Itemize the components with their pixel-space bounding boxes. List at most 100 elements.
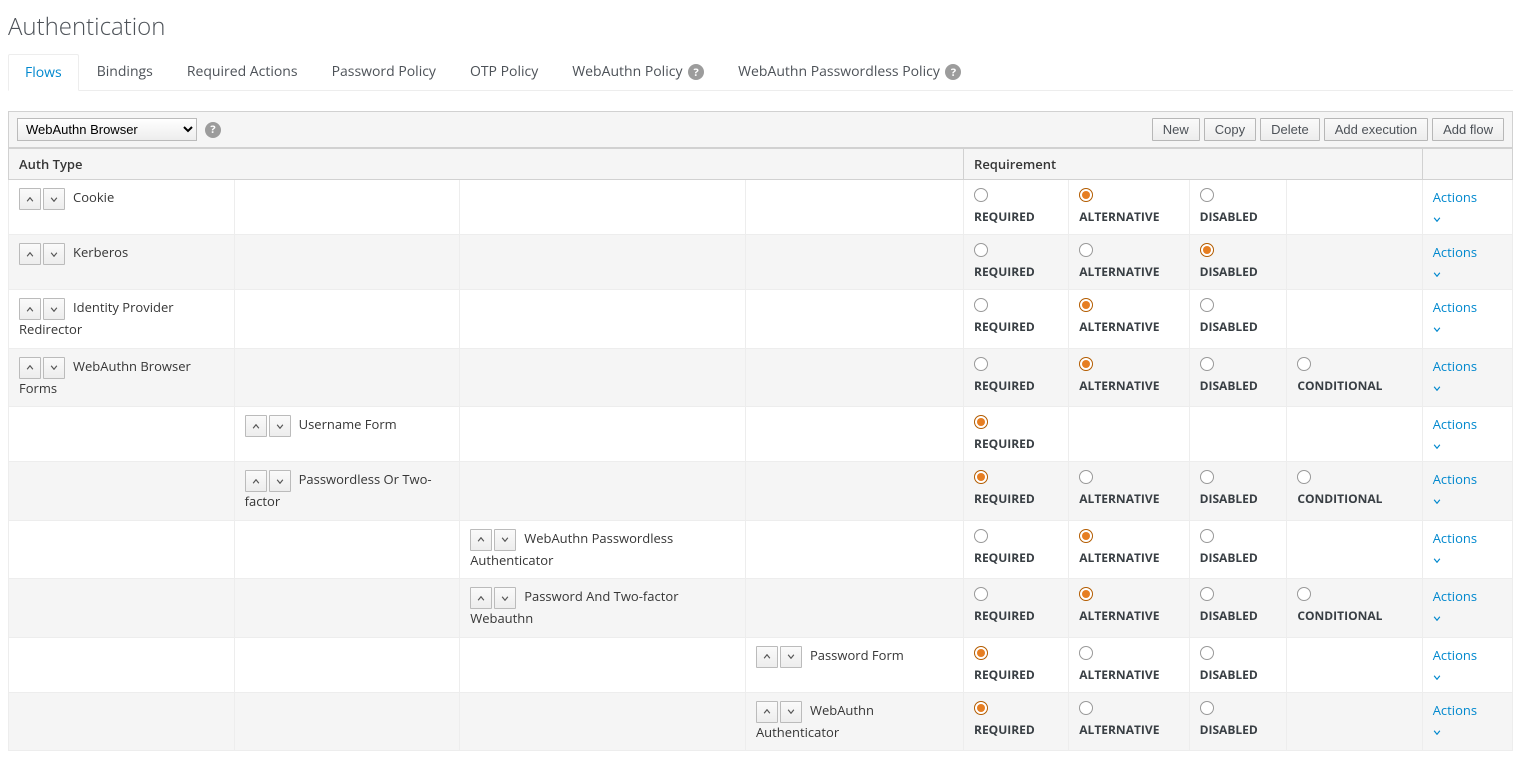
- row-actions-dropdown[interactable]: Actions: [1433, 415, 1477, 453]
- requirement-disabled-radio[interactable]: [1200, 298, 1214, 312]
- requirement-alternative-radio[interactable]: [1079, 188, 1093, 202]
- row-actions-dropdown[interactable]: Actions: [1433, 470, 1477, 508]
- requirement-label: REQUIRED: [974, 666, 1058, 683]
- requirement-required-radio[interactable]: [974, 646, 988, 660]
- requirement-label: REQUIRED: [974, 490, 1058, 507]
- auth-type-name: Kerberos: [73, 243, 128, 261]
- actions-label: Actions: [1433, 470, 1477, 488]
- requirement-required-radio[interactable]: [974, 357, 988, 371]
- requirement-disabled-radio[interactable]: [1200, 243, 1214, 257]
- table-row: Password And Two-factor WebauthnREQUIRED…: [9, 579, 1513, 638]
- requirement-conditional-radio[interactable]: [1297, 357, 1311, 371]
- requirement-label: DISABLED: [1200, 263, 1277, 280]
- move-up-button[interactable]: [245, 470, 267, 492]
- requirement-required-radio[interactable]: [974, 470, 988, 484]
- move-up-button[interactable]: [470, 529, 492, 551]
- tab-flows[interactable]: Flows: [8, 54, 79, 91]
- tab-label: WebAuthn Policy: [572, 62, 682, 81]
- requirement-alternative-radio[interactable]: [1079, 470, 1093, 484]
- flow-select[interactable]: WebAuthn Browser: [17, 118, 197, 141]
- move-down-button[interactable]: [494, 529, 516, 551]
- tab-bindings[interactable]: Bindings: [81, 54, 169, 90]
- move-down-button[interactable]: [43, 243, 65, 265]
- requirement-disabled-radio[interactable]: [1200, 646, 1214, 660]
- requirement-disabled-radio[interactable]: [1200, 701, 1214, 715]
- requirement-required-radio[interactable]: [974, 415, 988, 429]
- move-down-button[interactable]: [269, 415, 291, 437]
- delete-button[interactable]: Delete: [1260, 118, 1320, 141]
- move-up-button[interactable]: [19, 298, 41, 320]
- requirement-required-radio[interactable]: [974, 529, 988, 543]
- requirement-alternative-radio[interactable]: [1079, 587, 1093, 601]
- tab-required-actions[interactable]: Required Actions: [171, 54, 314, 90]
- row-actions-dropdown[interactable]: Actions: [1433, 298, 1477, 336]
- tab-label: Password Policy: [332, 62, 436, 81]
- requirement-conditional-radio[interactable]: [1297, 587, 1311, 601]
- requirement-alternative-radio[interactable]: [1079, 243, 1093, 257]
- help-icon[interactable]: ?: [688, 64, 704, 80]
- requirement-required-radio[interactable]: [974, 701, 988, 715]
- requirement-required-radio[interactable]: [974, 243, 988, 257]
- requirement-label: REQUIRED: [974, 318, 1058, 335]
- row-actions-dropdown[interactable]: Actions: [1433, 701, 1477, 739]
- requirement-required-radio[interactable]: [974, 298, 988, 312]
- move-down-button[interactable]: [494, 587, 516, 609]
- requirement-disabled-radio[interactable]: [1200, 188, 1214, 202]
- move-down-button[interactable]: [43, 298, 65, 320]
- requirement-label: DISABLED: [1200, 549, 1277, 566]
- move-up-button[interactable]: [756, 701, 778, 723]
- copy-button[interactable]: Copy: [1204, 118, 1256, 141]
- help-icon[interactable]: ?: [205, 122, 221, 138]
- tab-password-policy[interactable]: Password Policy: [316, 54, 452, 90]
- flow-toolbar: WebAuthn Browser ? New Copy Delete Add e…: [8, 111, 1513, 148]
- move-up-button[interactable]: [19, 243, 41, 265]
- requirement-label: REQUIRED: [974, 721, 1058, 738]
- requirement-required-radio[interactable]: [974, 188, 988, 202]
- requirement-disabled-radio[interactable]: [1200, 529, 1214, 543]
- add-flow-button[interactable]: Add flow: [1432, 118, 1504, 141]
- move-down-button[interactable]: [269, 470, 291, 492]
- row-actions-dropdown[interactable]: Actions: [1433, 357, 1477, 395]
- requirement-label: ALTERNATIVE: [1079, 549, 1178, 566]
- chevron-down-icon: [1433, 377, 1477, 395]
- add-execution-button[interactable]: Add execution: [1324, 118, 1428, 141]
- actions-label: Actions: [1433, 587, 1477, 605]
- move-down-button[interactable]: [780, 701, 802, 723]
- requirement-required-radio[interactable]: [974, 587, 988, 601]
- chevron-down-icon: [1433, 318, 1477, 336]
- requirement-conditional-radio[interactable]: [1297, 470, 1311, 484]
- requirement-label: DISABLED: [1200, 607, 1277, 624]
- requirement-disabled-radio[interactable]: [1200, 587, 1214, 601]
- table-row: WebAuthn Browser FormsREQUIREDALTERNATIV…: [9, 348, 1513, 407]
- move-up-button[interactable]: [245, 415, 267, 437]
- requirement-alternative-radio[interactable]: [1079, 357, 1093, 371]
- chevron-down-icon: [1433, 549, 1477, 567]
- help-icon[interactable]: ?: [945, 64, 961, 80]
- table-row: Password FormREQUIREDALTERNATIVEDISABLED…: [9, 637, 1513, 692]
- requirement-alternative-radio[interactable]: [1079, 646, 1093, 660]
- tab-webauthn-passwordless-policy[interactable]: WebAuthn Passwordless Policy ?: [722, 54, 977, 90]
- auth-type-header: Auth Type: [9, 149, 964, 180]
- tab-otp-policy[interactable]: OTP Policy: [454, 54, 554, 90]
- row-actions-dropdown[interactable]: Actions: [1433, 243, 1477, 281]
- move-up-button[interactable]: [19, 188, 41, 210]
- requirement-alternative-radio[interactable]: [1079, 701, 1093, 715]
- actions-label: Actions: [1433, 357, 1477, 375]
- move-up-button[interactable]: [19, 357, 41, 379]
- move-down-button[interactable]: [43, 357, 65, 379]
- row-actions-dropdown[interactable]: Actions: [1433, 529, 1477, 567]
- row-actions-dropdown[interactable]: Actions: [1433, 188, 1477, 226]
- move-down-button[interactable]: [780, 646, 802, 668]
- move-up-button[interactable]: [756, 646, 778, 668]
- actions-label: Actions: [1433, 298, 1477, 316]
- move-down-button[interactable]: [43, 188, 65, 210]
- tab-webauthn-policy[interactable]: WebAuthn Policy ?: [556, 54, 720, 90]
- move-up-button[interactable]: [470, 587, 492, 609]
- requirement-alternative-radio[interactable]: [1079, 529, 1093, 543]
- requirement-alternative-radio[interactable]: [1079, 298, 1093, 312]
- requirement-disabled-radio[interactable]: [1200, 470, 1214, 484]
- requirement-disabled-radio[interactable]: [1200, 357, 1214, 371]
- new-button[interactable]: New: [1152, 118, 1200, 141]
- row-actions-dropdown[interactable]: Actions: [1433, 646, 1477, 684]
- row-actions-dropdown[interactable]: Actions: [1433, 587, 1477, 625]
